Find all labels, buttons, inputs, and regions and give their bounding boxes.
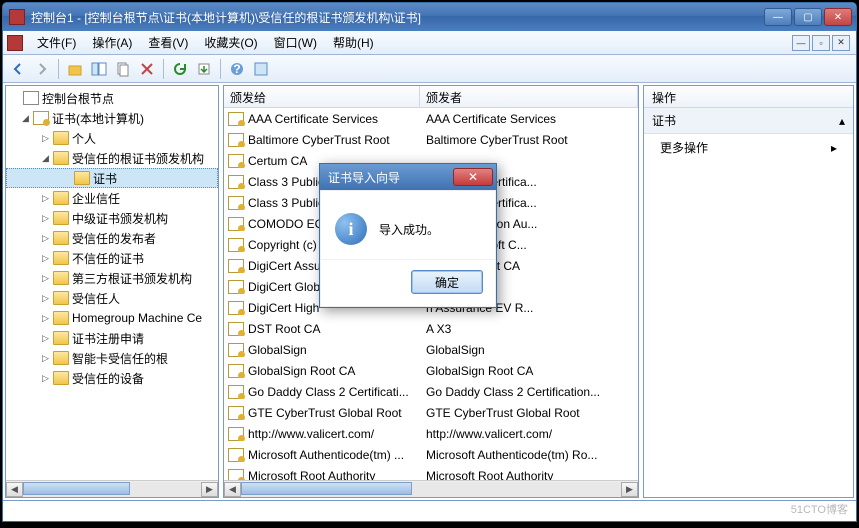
col-issued-to[interactable]: 颁发给 xyxy=(224,86,420,107)
help-button[interactable]: ? xyxy=(226,58,248,80)
export-button[interactable] xyxy=(193,58,215,80)
certificate-icon xyxy=(228,343,244,357)
tree-item[interactable]: ▷Homegroup Machine Ce xyxy=(6,308,218,328)
dialog-titlebar[interactable]: 证书导入向导 ✕ xyxy=(320,164,496,190)
menu-favorites[interactable]: 收藏夹(O) xyxy=(196,31,265,54)
menu-file[interactable]: 文件(F) xyxy=(29,31,84,54)
chevron-right-icon: ▸ xyxy=(831,141,837,155)
list-item[interactable]: http://www.valicert.com/http://www.valic… xyxy=(224,423,638,444)
menu-window[interactable]: 窗口(W) xyxy=(266,31,325,54)
certificate-icon xyxy=(228,406,244,420)
menu-help[interactable]: 帮助(H) xyxy=(325,31,382,54)
tree-item-trusted-root[interactable]: ◢受信任的根证书颁发机构 xyxy=(6,148,218,168)
list-item[interactable]: Microsoft Root AuthorityMicrosoft Root A… xyxy=(224,465,638,480)
list-item[interactable]: Baltimore CyberTrust RootBaltimore Cyber… xyxy=(224,129,638,150)
certificate-icon xyxy=(228,175,244,189)
forward-button[interactable] xyxy=(31,58,53,80)
info-icon: i xyxy=(335,213,367,245)
collapse-icon: ▴ xyxy=(839,114,845,128)
dialog-close-button[interactable]: ✕ xyxy=(453,168,493,186)
tree-hscroll[interactable]: ◀▶ xyxy=(6,480,218,497)
actions-more[interactable]: 更多操作▸ xyxy=(644,134,853,161)
mmc-window: 控制台1 - [控制台根节点\证书(本地计算机)\受信任的根证书颁发机构\证书]… xyxy=(2,2,857,522)
list-item[interactable]: GlobalSign Root CAGlobalSign Root CA xyxy=(224,360,638,381)
tree-item[interactable]: ▷不信任的证书 xyxy=(6,248,218,268)
ok-button[interactable]: 确定 xyxy=(411,270,483,294)
list-item[interactable]: DST Root CAA X3 xyxy=(224,318,638,339)
maximize-button[interactable]: ▢ xyxy=(794,8,822,26)
tree-item[interactable]: ▷中级证书颁发机构 xyxy=(6,208,218,228)
actions-section[interactable]: 证书▴ xyxy=(644,108,853,134)
import-success-dialog: 证书导入向导 ✕ i 导入成功。 确定 xyxy=(319,163,497,308)
tree[interactable]: 控制台根节点 ◢证书(本地计算机) ▷个人 ◢受信任的根证书颁发机构 证书 ▷企… xyxy=(6,86,218,480)
certificate-icon xyxy=(228,217,244,231)
certificate-icon xyxy=(228,469,244,481)
actions-header: 操作 xyxy=(644,86,853,108)
certificate-icon xyxy=(228,322,244,336)
certificate-icon xyxy=(228,301,244,315)
tree-root[interactable]: 控制台根节点 xyxy=(6,88,218,108)
tree-item[interactable]: ▷智能卡受信任的根 xyxy=(6,348,218,368)
back-button[interactable] xyxy=(7,58,29,80)
menu-view[interactable]: 查看(V) xyxy=(140,31,196,54)
certificate-icon xyxy=(228,133,244,147)
app-icon xyxy=(9,9,25,25)
delete-button[interactable] xyxy=(136,58,158,80)
tree-item[interactable]: ▷受信任的发布者 xyxy=(6,228,218,248)
mdi-restore-button[interactable]: ▫ xyxy=(812,35,830,51)
up-button[interactable] xyxy=(64,58,86,80)
tree-item[interactable]: ▷第三方根证书颁发机构 xyxy=(6,268,218,288)
minimize-button[interactable]: — xyxy=(764,8,792,26)
certificate-icon xyxy=(228,196,244,210)
mdi-close-button[interactable]: ✕ xyxy=(832,35,850,51)
close-button[interactable]: ✕ xyxy=(824,8,852,26)
mdi-minimize-button[interactable]: — xyxy=(792,35,810,51)
certificate-icon xyxy=(228,427,244,441)
list-item[interactable]: GlobalSignGlobalSign xyxy=(224,339,638,360)
menubar: 文件(F) 操作(A) 查看(V) 收藏夹(O) 窗口(W) 帮助(H) — ▫… xyxy=(3,31,856,55)
tree-item[interactable]: ▷证书注册申请 xyxy=(6,328,218,348)
certificate-icon xyxy=(228,448,244,462)
tree-item-certificates[interactable]: 证书 xyxy=(6,168,218,188)
properties-button[interactable] xyxy=(250,58,272,80)
certificate-icon xyxy=(228,280,244,294)
menu-app-icon xyxy=(7,35,23,51)
certificate-icon xyxy=(228,259,244,273)
watermark: 51CTO博客 xyxy=(791,501,848,517)
show-tree-button[interactable] xyxy=(88,58,110,80)
list-item[interactable]: Microsoft Authenticode(tm) ...Microsoft … xyxy=(224,444,638,465)
certificate-icon xyxy=(228,112,244,126)
titlebar[interactable]: 控制台1 - [控制台根节点\证书(本地计算机)\受信任的根证书颁发机构\证书]… xyxy=(3,3,856,31)
dialog-title: 证书导入向导 xyxy=(328,169,453,186)
tree-item[interactable]: ▷个人 xyxy=(6,128,218,148)
dialog-message: 导入成功。 xyxy=(379,221,439,238)
list-item[interactable]: Go Daddy Class 2 Certificati...Go Daddy … xyxy=(224,381,638,402)
window-title: 控制台1 - [控制台根节点\证书(本地计算机)\受信任的根证书颁发机构\证书] xyxy=(31,9,764,26)
list-header[interactable]: 颁发给 颁发者 xyxy=(224,86,638,108)
certificate-icon xyxy=(228,238,244,252)
copy-button[interactable] xyxy=(112,58,134,80)
svg-text:?: ? xyxy=(233,62,240,76)
list-item[interactable]: AAA Certificate ServicesAAA Certificate … xyxy=(224,108,638,129)
list-item[interactable]: GTE CyberTrust Global RootGTE CyberTrust… xyxy=(224,402,638,423)
tree-item[interactable]: ▷企业信任 xyxy=(6,188,218,208)
refresh-button[interactable] xyxy=(169,58,191,80)
col-issued-by[interactable]: 颁发者 xyxy=(420,86,638,107)
tree-certs-local[interactable]: ◢证书(本地计算机) xyxy=(6,108,218,128)
tree-item[interactable]: ▷受信任人 xyxy=(6,288,218,308)
tree-pane: 控制台根节点 ◢证书(本地计算机) ▷个人 ◢受信任的根证书颁发机构 证书 ▷企… xyxy=(5,85,219,498)
certificate-icon xyxy=(228,364,244,378)
certificate-icon xyxy=(228,154,244,168)
tree-item[interactable]: ▷受信任的设备 xyxy=(6,368,218,388)
toolbar: ? xyxy=(3,55,856,83)
actions-pane: 操作 证书▴ 更多操作▸ xyxy=(643,85,854,498)
menu-action[interactable]: 操作(A) xyxy=(84,31,140,54)
list-hscroll[interactable]: ◀▶ xyxy=(224,480,638,497)
certificate-icon xyxy=(228,385,244,399)
